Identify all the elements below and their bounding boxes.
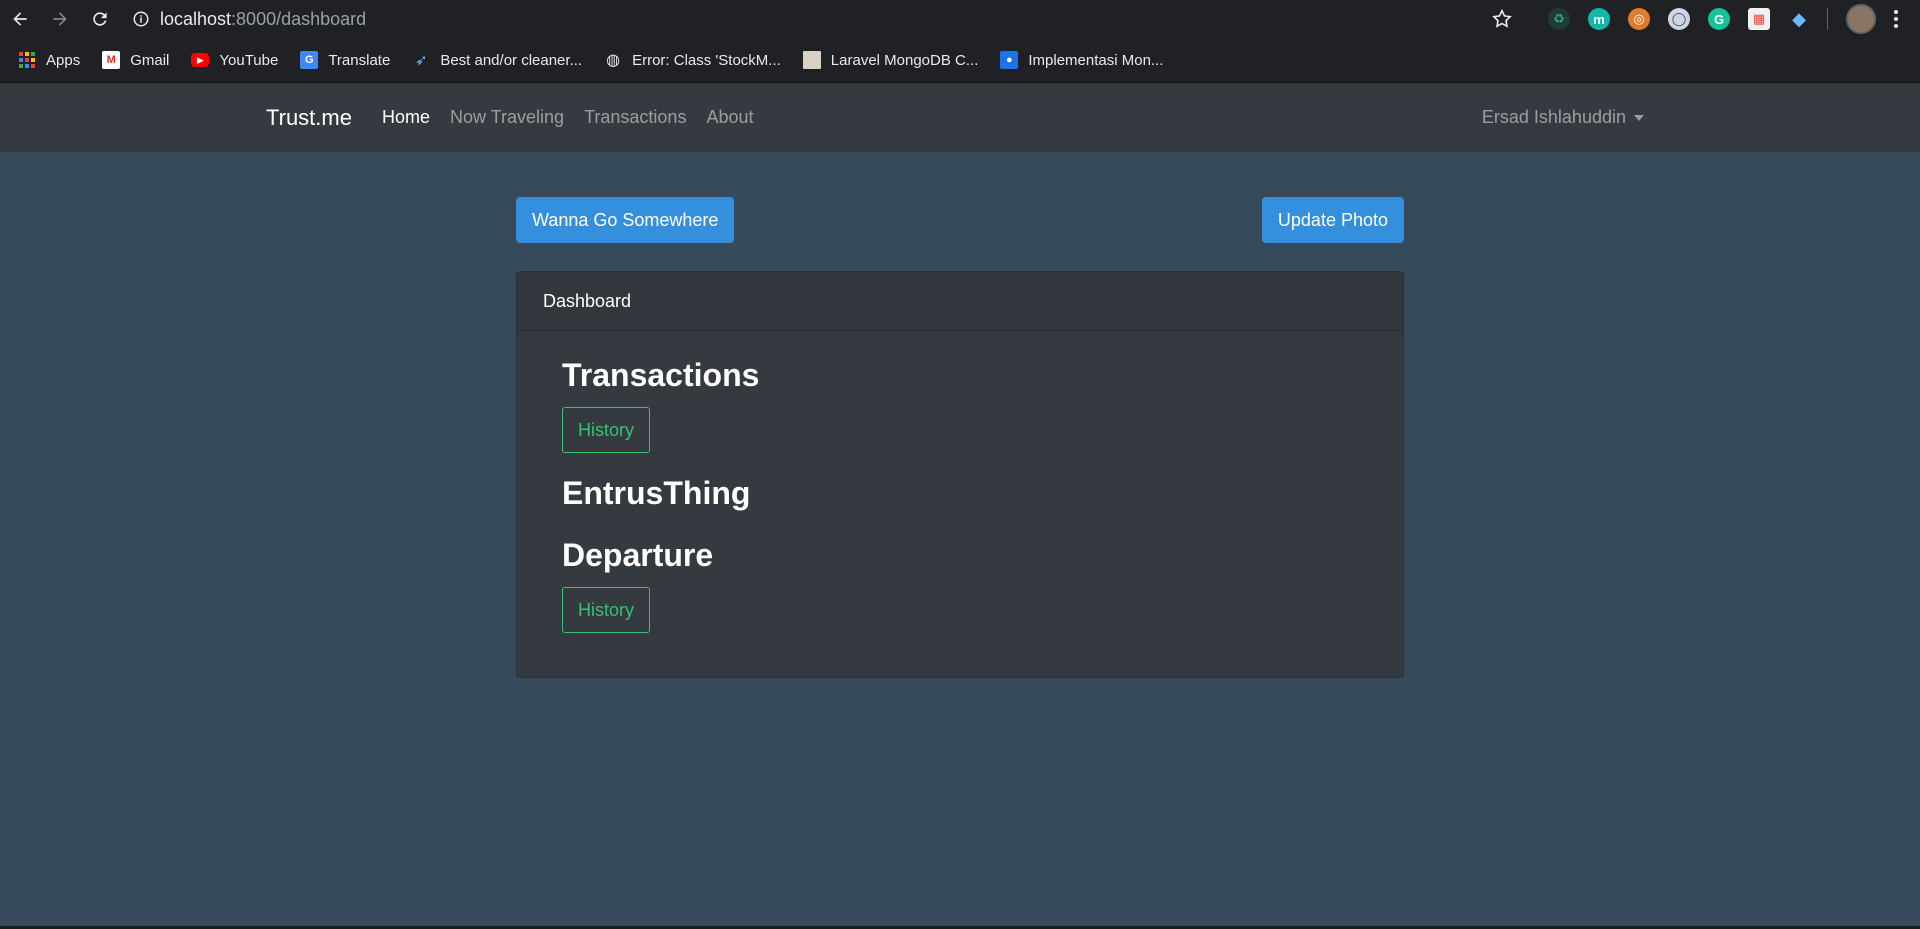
arrow-right-icon xyxy=(53,12,67,26)
bookmark-error-class[interactable]: ◍ Error: Class 'StockM... xyxy=(604,51,781,70)
section-title-departure: Departure xyxy=(562,537,714,573)
globe-icon: ◍ xyxy=(606,52,621,69)
grammarly-icon[interactable]: G xyxy=(1708,8,1730,30)
bookmarks-bar: Apps M Gmail ▶ YouTube G Translate ➶ Bes… xyxy=(0,38,1920,83)
address-bar[interactable]: localhost:8000/dashboard xyxy=(132,4,366,34)
rocket-icon: ➶ xyxy=(415,52,428,69)
diamond-extension-icon[interactable]: ◆ xyxy=(1788,8,1810,30)
section-title-entrusthing: EntrusThing xyxy=(562,475,751,511)
bookmark-best-cleaner[interactable]: ➶ Best and/or cleaner... xyxy=(412,51,583,70)
page-thumbnail-icon xyxy=(802,51,821,69)
bookmark-apps[interactable]: Apps xyxy=(18,51,80,69)
user-dropdown[interactable]: Ersad Ishlahuddin xyxy=(1482,107,1644,128)
gmail-icon: M xyxy=(102,51,121,69)
nav-now-traveling[interactable]: Now Traveling xyxy=(450,107,564,128)
browser-toolbar: localhost:8000/dashboard ♻ m ◎ ◯ G ▦ ◆ xyxy=(0,0,1920,38)
bookmark-star-icon[interactable] xyxy=(1491,8,1513,30)
bookmark-gmail[interactable]: M Gmail xyxy=(102,51,169,69)
nav-home[interactable]: Home xyxy=(382,107,430,128)
apps-grid-icon xyxy=(18,51,36,69)
owl-extension-icon[interactable]: ◎ xyxy=(1628,8,1650,30)
card-header: Dashboard xyxy=(517,272,1403,331)
profile-avatar[interactable] xyxy=(1846,4,1876,34)
circle-extension-icon[interactable]: ◯ xyxy=(1668,8,1690,30)
browser-menu-icon[interactable] xyxy=(1886,8,1906,30)
translate-icon: G xyxy=(300,51,319,69)
bookmark-label: Gmail xyxy=(130,51,170,69)
caret-down-icon xyxy=(1634,114,1644,121)
recycle-extension-icon[interactable]: ♻ xyxy=(1548,8,1570,30)
youtube-icon: ▶ xyxy=(191,53,210,67)
main-content: Wanna Go Somewhere Update Photo Dashboar… xyxy=(516,152,1404,678)
section-title-transactions: Transactions xyxy=(562,357,760,393)
top-actions: Wanna Go Somewhere Update Photo xyxy=(516,197,1404,243)
wanna-go-somewhere-button[interactable]: Wanna Go Somewhere xyxy=(516,197,735,243)
toolbar-separator xyxy=(1827,8,1828,30)
bookmark-label: Error: Class 'StockM... xyxy=(632,51,781,69)
m-extension-icon[interactable]: m xyxy=(1588,8,1610,30)
brand-logo[interactable]: Trust.me xyxy=(266,105,352,131)
browser-actions: ♻ m ◎ ◯ G ▦ ◆ xyxy=(1491,0,1920,38)
bookmark-label: Best and/or cleaner... xyxy=(440,51,583,69)
back-button[interactable] xyxy=(0,0,40,38)
bookmark-youtube[interactable]: ▶ YouTube xyxy=(191,52,278,69)
bookmark-laravel-mongodb[interactable]: Laravel MongoDB C... xyxy=(802,51,979,69)
nav-about[interactable]: About xyxy=(706,107,753,128)
info-icon[interactable] xyxy=(132,10,150,28)
departure-history-button[interactable]: History xyxy=(562,587,651,633)
update-photo-button[interactable]: Update Photo xyxy=(1261,197,1404,243)
bookmark-label: Translate xyxy=(328,51,391,69)
url-path: :8000/dashboard xyxy=(231,8,367,29)
bookmark-translate[interactable]: G Translate xyxy=(300,51,390,69)
bookmark-implementasi[interactable]: ● Implementasi Mon... xyxy=(1000,51,1163,69)
user-name: Ersad Ishlahuddin xyxy=(1481,107,1626,127)
reload-icon xyxy=(93,12,107,26)
app-navbar: Trust.me Home Now Traveling Transactions… xyxy=(0,83,1920,152)
dashboard-card: Dashboard Transactions History EntrusThi… xyxy=(516,271,1404,678)
calendar-extension-icon[interactable]: ▦ xyxy=(1748,8,1770,30)
url-host: localhost xyxy=(160,8,232,29)
nav-transactions[interactable]: Transactions xyxy=(584,107,686,128)
arrow-left-icon xyxy=(13,12,27,26)
bookmark-label: Implementasi Mon... xyxy=(1028,51,1164,69)
bookmark-label: Apps xyxy=(46,51,81,69)
reload-button[interactable] xyxy=(80,0,120,38)
bookmark-label: YouTube xyxy=(219,51,279,69)
bookmark-label: Laravel MongoDB C... xyxy=(830,51,979,69)
transactions-history-button[interactable]: History xyxy=(562,407,651,453)
nav-links: Home Now Traveling Transactions About xyxy=(382,107,753,128)
forward-button[interactable] xyxy=(40,0,80,38)
person-icon: ● xyxy=(1000,51,1019,69)
card-body: Transactions History EntrusThing Departu… xyxy=(517,331,1403,677)
